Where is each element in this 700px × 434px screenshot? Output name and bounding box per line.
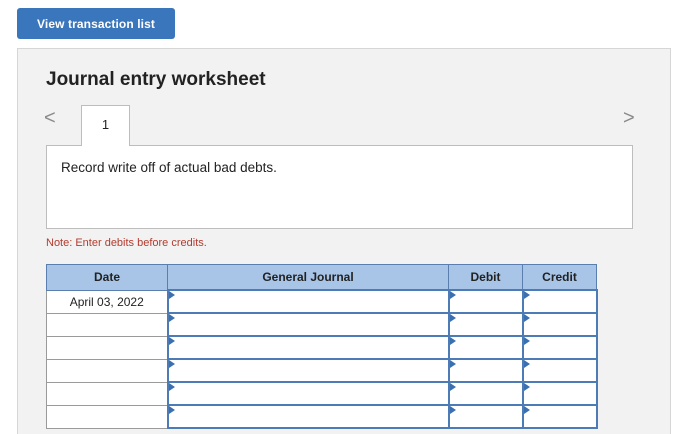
debit-input[interactable] bbox=[447, 335, 524, 360]
view-transaction-list-button[interactable]: View transaction list bbox=[17, 8, 175, 39]
credit-input[interactable] bbox=[521, 335, 598, 360]
date-cell bbox=[46, 358, 168, 383]
debit-input[interactable] bbox=[447, 289, 524, 314]
credit-input[interactable] bbox=[521, 381, 598, 406]
date-cell bbox=[46, 404, 168, 429]
date-cell bbox=[46, 335, 168, 360]
chevron-left-icon[interactable]: < bbox=[44, 107, 56, 130]
tab-1[interactable]: 1 bbox=[81, 105, 130, 146]
table-row bbox=[46, 312, 598, 337]
general-journal-input[interactable] bbox=[166, 358, 450, 383]
debit-input[interactable] bbox=[447, 404, 524, 429]
debit-input[interactable] bbox=[447, 381, 524, 406]
table-row bbox=[46, 404, 598, 429]
date-cell bbox=[46, 312, 168, 337]
general-journal-input[interactable] bbox=[166, 404, 450, 429]
credit-input[interactable] bbox=[521, 404, 598, 429]
credit-input[interactable] bbox=[521, 312, 598, 337]
general-journal-input[interactable] bbox=[166, 381, 450, 406]
chevron-right-icon[interactable]: > bbox=[623, 107, 635, 130]
table-row: April 03, 2022 bbox=[46, 289, 598, 314]
entry-note: Note: Enter debits before credits. bbox=[46, 237, 207, 249]
debit-input[interactable] bbox=[447, 312, 524, 337]
journal-entry-worksheet-panel: Journal entry worksheet < 1 > Record wri… bbox=[17, 48, 671, 434]
date-cell: April 03, 2022 bbox=[46, 289, 168, 314]
debit-column-header: Debit bbox=[448, 264, 523, 291]
table-row bbox=[46, 358, 598, 383]
credit-column-header: Credit bbox=[522, 264, 597, 291]
credit-input[interactable] bbox=[521, 289, 598, 314]
table-row bbox=[46, 381, 598, 406]
credit-input[interactable] bbox=[521, 358, 598, 383]
debit-input[interactable] bbox=[447, 358, 524, 383]
date-column-header: Date bbox=[46, 264, 168, 291]
worksheet-title: Journal entry worksheet bbox=[46, 69, 266, 90]
table-header-row: Date General Journal Debit Credit bbox=[46, 264, 597, 291]
general-journal-input[interactable] bbox=[166, 312, 450, 337]
transaction-description: Record write off of actual bad debts. bbox=[46, 145, 633, 229]
table-row bbox=[46, 335, 598, 360]
general-journal-column-header: General Journal bbox=[167, 264, 449, 291]
general-journal-input[interactable] bbox=[166, 289, 450, 314]
general-journal-input[interactable] bbox=[166, 335, 450, 360]
date-cell bbox=[46, 381, 168, 406]
journal-table: Date General Journal Debit Credit April … bbox=[46, 264, 598, 429]
